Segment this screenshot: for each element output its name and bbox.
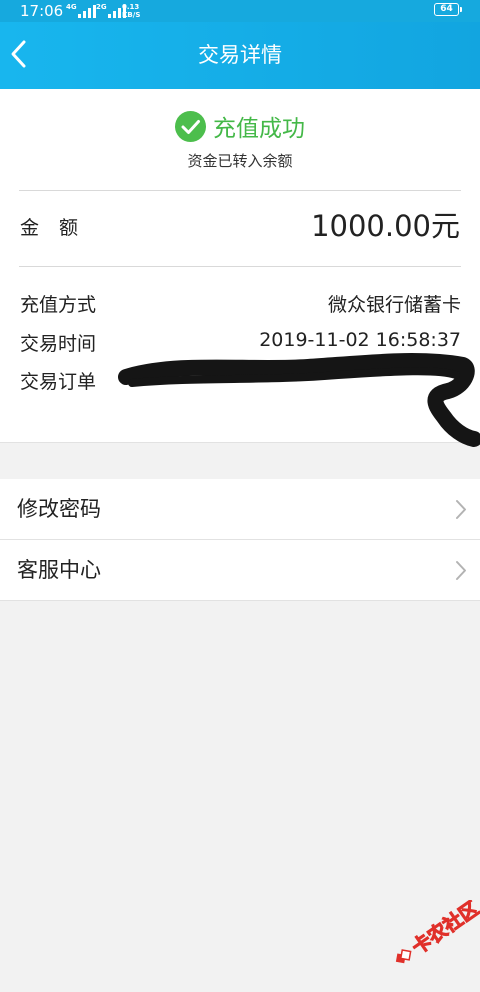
status-time: 17:06 <box>20 2 64 20</box>
chevron-left-icon <box>11 40 26 68</box>
result-subtitle: 资金已转入余额 <box>187 152 293 170</box>
result-title: 充值成功 <box>213 116 305 142</box>
payment-method-value: 微众银行储蓄卡 <box>327 294 461 316</box>
transaction-time-label: 交易时间 <box>20 333 97 355</box>
menu-item-customer-service[interactable]: 客服中心 <box>0 540 480 601</box>
result-header: 充值成功 <box>0 109 480 143</box>
payment-method-label: 充值方式 <box>20 294 97 316</box>
net-speed-unit: KB/S <box>122 11 141 19</box>
net-speed-value: 0.13 <box>122 3 140 11</box>
battery-icon: 64 <box>434 3 462 16</box>
menu-item-change-password[interactable]: 修改密码 <box>0 479 480 540</box>
transaction-card: 充值成功 资金已转入余额 金额 1000.00元 充值方式 微众银行储蓄卡 交易… <box>0 89 480 447</box>
amount-value: 1000.00元 <box>311 209 460 243</box>
chevron-right-icon <box>456 561 466 580</box>
battery-level: 64 <box>440 4 453 14</box>
watermark-logo: 卡农社区 <box>395 900 480 964</box>
sim1-network-tag: 4G <box>66 3 77 11</box>
check-circle-icon <box>175 110 206 142</box>
detail-row-payment-method: 充值方式 微众银行储蓄卡 <box>20 290 461 316</box>
nav-bar: 交易详情 <box>0 22 480 89</box>
settings-menu: 修改密码 客服中心 <box>0 479 480 601</box>
amount-label: 金额 <box>20 217 99 239</box>
status-bar: 17:06 4G 2G 0.13 KB/S 64 <box>0 0 480 22</box>
menu-item-label: 客服中心 <box>17 558 101 582</box>
redaction-scribble <box>118 353 480 447</box>
sim2-network-tag: 2G <box>96 3 107 11</box>
sim1-signal-icon: 4G <box>66 3 100 19</box>
divider <box>19 190 461 191</box>
menu-item-label: 修改密码 <box>17 497 101 521</box>
back-button[interactable] <box>4 36 38 72</box>
chevron-right-icon <box>456 500 466 519</box>
watermark-text: 卡农社区 <box>408 900 480 959</box>
transaction-order-label: 交易订单 <box>20 371 97 393</box>
page-title: 交易详情 <box>198 43 282 67</box>
divider <box>19 266 461 267</box>
net-speed: 0.13 KB/S <box>122 3 140 19</box>
signal-bars-icon <box>78 5 96 18</box>
